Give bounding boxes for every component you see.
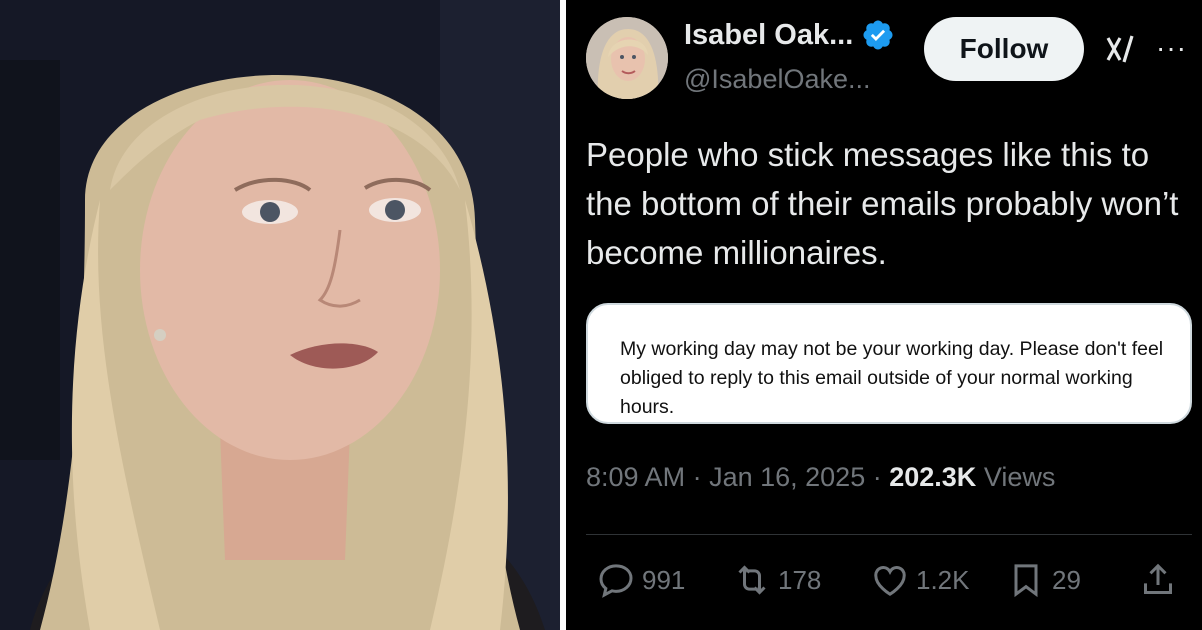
meta-dot: · (872, 462, 890, 492)
woman-portrait-image (0, 0, 560, 630)
views-label: Views (983, 462, 1056, 492)
share-icon (1144, 563, 1172, 594)
author-handle[interactable]: @IsabelOake... (684, 64, 871, 95)
more-icon[interactable]: ··· (1156, 32, 1187, 64)
tweet-card: Isabel Oak... @IsabelOake... Follow ··· … (566, 0, 1202, 630)
reply-count: 991 (642, 564, 686, 595)
tweet-time[interactable]: 8:09 AM (586, 462, 685, 492)
tweet-actions: 991 178 1.2K 29 (566, 560, 1202, 610)
bookmark-icon (1014, 564, 1038, 598)
email-screenshot-card[interactable]: My working day may not be your working d… (586, 303, 1192, 424)
news-photo (0, 0, 560, 630)
meta-dot: · (692, 462, 710, 492)
tweet-metadata: 8:09 AM · Jan 16, 2025 · 202.3K Views (586, 462, 1055, 493)
reply-icon (599, 564, 633, 598)
views-count: 202.3K (889, 462, 977, 492)
verified-badge-icon (863, 20, 893, 50)
avatar[interactable] (586, 17, 668, 99)
grok-icon[interactable] (1104, 32, 1138, 66)
like-icon (874, 566, 906, 596)
bookmark-count: 29 (1052, 564, 1081, 595)
like-count: 1.2K (916, 564, 970, 595)
display-name[interactable]: Isabel Oak... (684, 19, 853, 52)
separator (586, 534, 1192, 535)
follow-button[interactable]: Follow (924, 17, 1084, 81)
bookmark-button[interactable]: 29 (1006, 560, 1081, 600)
repost-count: 178 (778, 564, 822, 595)
tweet-date[interactable]: Jan 16, 2025 (709, 462, 865, 492)
repost-icon (738, 565, 766, 595)
like-button[interactable]: 1.2K (870, 560, 970, 600)
email-footer-text: My working day may not be your working d… (620, 338, 1164, 418)
tweet-text: People who stick messages like this to t… (586, 136, 1179, 271)
reply-button[interactable]: 991 (596, 560, 685, 600)
share-button[interactable] (1138, 560, 1178, 600)
repost-button[interactable]: 178 (732, 560, 821, 600)
author-name-row: Isabel Oak... (684, 18, 895, 52)
avatar-image (586, 17, 668, 99)
